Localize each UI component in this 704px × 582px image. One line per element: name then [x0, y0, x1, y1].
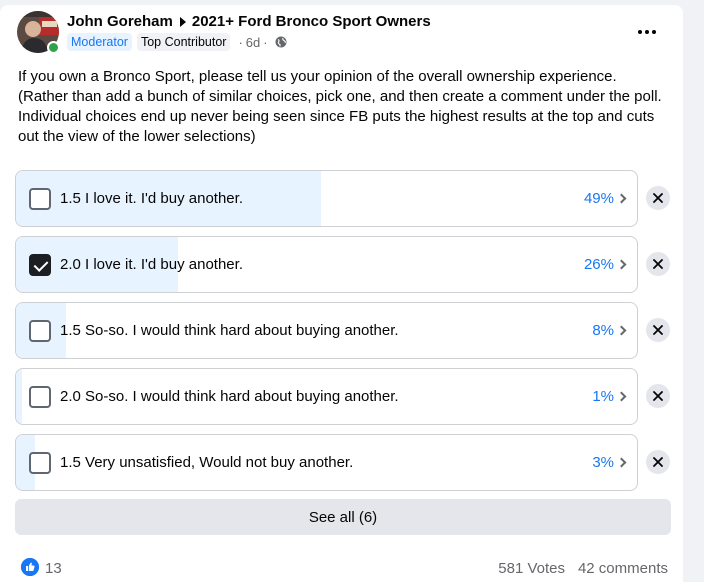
reaction-count[interactable]: 13: [45, 560, 62, 577]
post-text: If you own a Bronco Sport, please tell u…: [18, 68, 662, 145]
close-icon[interactable]: [646, 252, 670, 276]
close-icon[interactable]: [646, 318, 670, 342]
poll-option[interactable]: 1.5 So-so. I would think hard about buyi…: [15, 302, 638, 359]
poll-option-percent-value: 8%: [592, 322, 614, 339]
arrow-right-icon: [179, 16, 186, 27]
close-icon[interactable]: [646, 186, 670, 210]
close-icon[interactable]: [646, 384, 670, 408]
top-contributor-badge[interactable]: Top Contributor: [136, 33, 231, 51]
meta-separator: ·: [263, 34, 268, 50]
poll-option-percent[interactable]: 3%: [592, 454, 627, 471]
poll-option[interactable]: 1.5 Very unsatisfied, Would not buy anot…: [15, 434, 638, 491]
see-all-button[interactable]: See all (6): [15, 499, 671, 535]
poll-option-label: 1.5 I love it. I'd buy another.: [60, 190, 243, 207]
like-icon[interactable]: [21, 558, 39, 576]
online-status-dot: [47, 41, 60, 54]
post-time[interactable]: 6d: [246, 35, 260, 50]
poll-option-label: 1.5 So-so. I would think hard about buyi…: [60, 322, 399, 339]
poll-option-result-bar: [16, 369, 23, 424]
poll-option-label: 1.5 Very unsatisfied, Would not buy anot…: [60, 454, 354, 471]
group-name[interactable]: 2021+ Ford Bronco Sport Owners: [192, 13, 431, 30]
poll-option[interactable]: 2.0 I love it. I'd buy another. 26%: [15, 236, 638, 293]
chevron-right-icon: [616, 325, 627, 336]
meta-separator: ·: [238, 34, 243, 50]
close-icon[interactable]: [646, 450, 670, 474]
poll-option-checkbox[interactable]: [29, 386, 51, 408]
post-footer: 13 581 Votes 42 comments: [18, 556, 668, 580]
more-options-icon[interactable]: [633, 22, 661, 42]
chevron-right-icon: [616, 259, 627, 270]
chevron-right-icon: [616, 391, 627, 402]
poll-option-percent[interactable]: 1%: [592, 388, 627, 405]
poll-option-percent[interactable]: 8%: [592, 322, 627, 339]
poll-option-checkbox[interactable]: [29, 452, 51, 474]
globe-icon[interactable]: [275, 36, 287, 48]
poll-option-checkbox[interactable]: [29, 188, 51, 210]
post-header: John Goreham 2021+ Ford Bronco Sport Own…: [67, 13, 431, 30]
comment-count[interactable]: 42 comments: [578, 560, 668, 577]
poll-option-checkbox[interactable]: [29, 254, 51, 276]
poll-option-percent[interactable]: 26%: [583, 256, 627, 273]
poll-option-percent-value: 26%: [583, 256, 614, 273]
post-meta: Moderator Top Contributor · 6d ·: [67, 33, 287, 51]
poll-option-label: 2.0 So-so. I would think hard about buyi…: [60, 388, 399, 405]
moderator-badge[interactable]: Moderator: [67, 33, 132, 51]
poll-option-label: 2.0 I love it. I'd buy another.: [60, 256, 243, 273]
poll-option[interactable]: 2.0 So-so. I would think hard about buyi…: [15, 368, 638, 425]
poll-option-percent-value: 3%: [592, 454, 614, 471]
chevron-right-icon: [616, 193, 627, 204]
author-name[interactable]: John Goreham: [67, 13, 173, 30]
poll-option-percent-value: 1%: [592, 388, 614, 405]
poll-option[interactable]: 1.5 I love it. I'd buy another. 49%: [15, 170, 638, 227]
poll-option-checkbox[interactable]: [29, 320, 51, 342]
poll-option-percent[interactable]: 49%: [583, 190, 627, 207]
chevron-right-icon: [616, 457, 627, 468]
poll-option-percent-value: 49%: [583, 190, 614, 207]
vote-count[interactable]: 581 Votes: [498, 560, 565, 577]
